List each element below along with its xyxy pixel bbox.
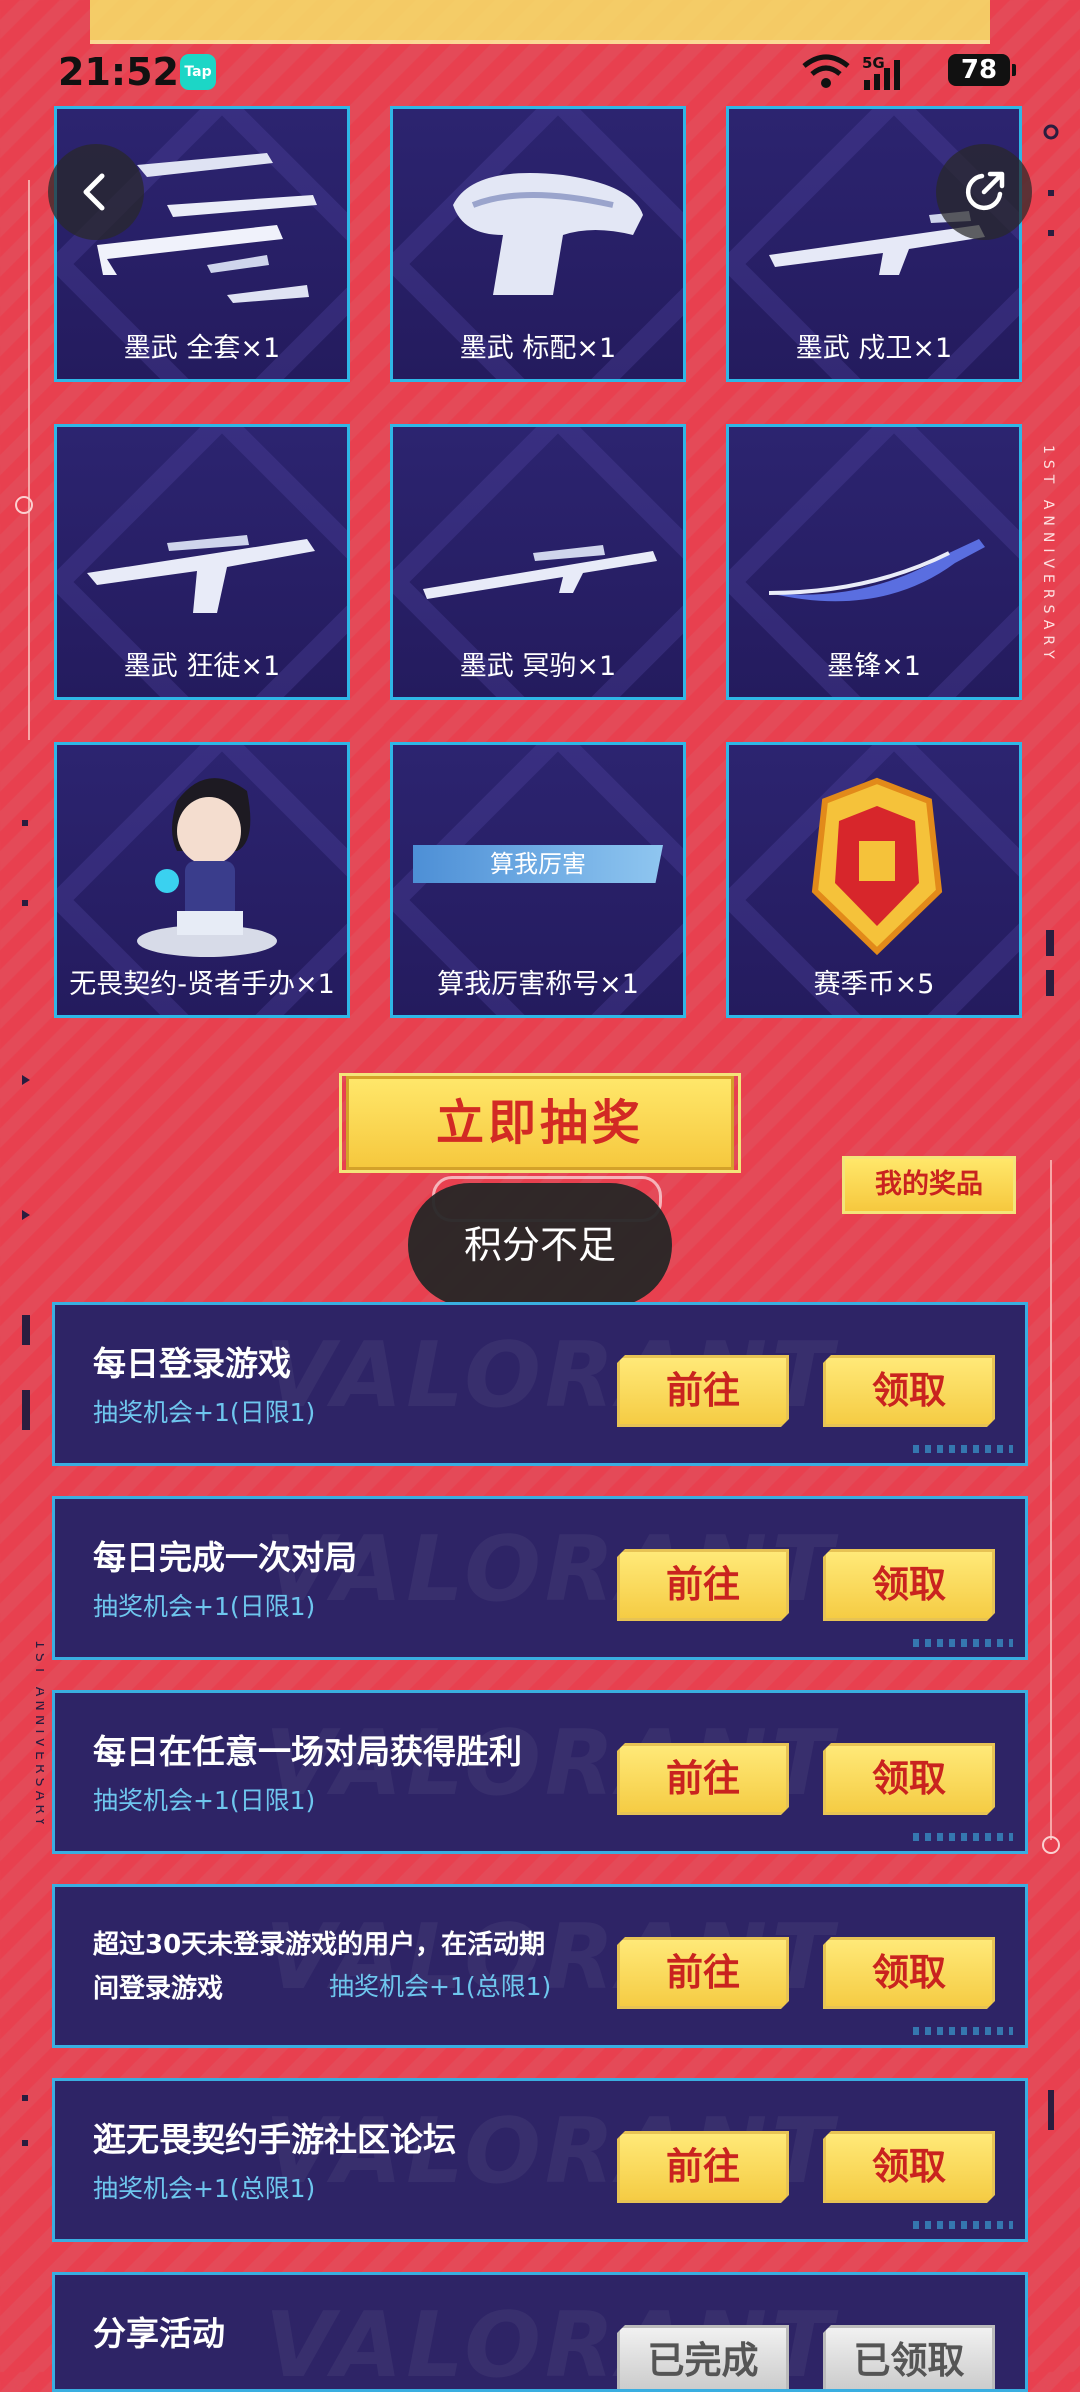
prize-card[interactable]: 墨武 冥驹×1: [390, 424, 686, 700]
draw-now-button[interactable]: 立即抽奖: [339, 1073, 741, 1173]
share-button[interactable]: [936, 144, 1032, 240]
right-anniversary-text: 1ST ANNIVERSARY: [1040, 445, 1056, 665]
task-title: 每日在任意一场对局获得胜利: [93, 1732, 522, 1771]
task-card: VALORANT 逛无畏契约手游社区论坛 抽奖机会+1(总限1) 前往 领取: [52, 2078, 1028, 2242]
prize-card[interactable]: 墨武 狂徒×1: [54, 424, 350, 700]
task-card: VALORANT 超过30天未登录游戏的用户，在活动期间登录游戏 抽奖机会+1(…: [52, 1884, 1028, 2048]
task-reward: 抽奖机会+1(总限1): [93, 2174, 316, 2203]
prize-label: 墨武 狂徒×1: [123, 651, 281, 682]
prize-card[interactable]: 墨武 标配×1: [390, 106, 686, 382]
task-reward: 抽奖机会+1(日限1): [93, 1398, 316, 1427]
toast-message: 积分不足: [408, 1183, 672, 1307]
go-button[interactable]: 前往: [617, 2131, 789, 2203]
claim-button[interactable]: 领取: [823, 1743, 995, 1815]
completed-button: 已完成: [617, 2325, 789, 2392]
claim-button[interactable]: 领取: [823, 1937, 995, 2009]
prize-label: 赛季币×5: [813, 969, 935, 1000]
right-side-decoration: 1ST ANNIVERSARY: [1040, 124, 1060, 2130]
claimed-button: 已领取: [823, 2325, 995, 2392]
title-badge: 算我厉害: [413, 845, 663, 883]
task-reward: 抽奖机会+1(日限1): [93, 1786, 316, 1815]
left-side-decoration: 1ST ANNIVERSARY: [15, 180, 44, 2146]
prize-label: 墨武 全套×1: [123, 333, 281, 364]
prize-label: 墨武 冥驹×1: [459, 651, 617, 682]
task-card: VALORANT 每日在任意一场对局获得胜利 抽奖机会+1(日限1) 前往 领取: [52, 1690, 1028, 1854]
my-prizes-button[interactable]: 我的奖品: [842, 1156, 1016, 1214]
task-title: 逛无畏契约手游社区论坛: [93, 2120, 456, 2159]
battery-indicator: 78: [948, 54, 1016, 86]
go-button[interactable]: 前往: [617, 1549, 789, 1621]
tap-app-icon: Tap: [180, 54, 216, 90]
rifle-image: [87, 535, 315, 613]
task-card: VALORANT 分享活动 已完成 已领取: [52, 2272, 1028, 2392]
prize-card[interactable]: 算我厉害 算我厉害称号×1: [390, 742, 686, 1018]
status-bar: 21:52 Tap 5G 78: [0, 40, 1080, 104]
go-button[interactable]: 前往: [617, 1743, 789, 1815]
signal-wifi-icon: 5G: [802, 54, 900, 90]
task-title: 分享活动: [93, 2314, 225, 2353]
sniper-rifle-image: [423, 545, 657, 599]
figure-image: [137, 778, 277, 957]
network-type: 5G: [862, 54, 885, 72]
prize-card[interactable]: 赛季币×5: [726, 742, 1022, 1018]
prize-card[interactable]: 墨锋×1: [726, 424, 1022, 700]
task-reward: 抽奖机会+1(总限1): [329, 1972, 552, 2001]
task-reward: 抽奖机会+1(日限1): [93, 1592, 316, 1621]
season-coin-icon: [811, 777, 943, 956]
back-arrow-icon: [83, 173, 105, 211]
prize-label: 墨武 标配×1: [459, 333, 617, 364]
task-card: VALORANT 每日完成一次对局 抽奖机会+1(日限1) 前往 领取: [52, 1496, 1028, 1660]
prize-label: 算我厉害称号×1: [437, 969, 639, 1000]
status-time: 21:52: [58, 50, 179, 94]
pistol-image: [453, 173, 643, 295]
claim-button[interactable]: 领取: [823, 1355, 995, 1427]
prize-label: 无畏契约-贤者手办×1: [69, 969, 335, 1000]
back-button[interactable]: [48, 144, 144, 240]
prize-label: 墨武 戍卫×1: [795, 333, 953, 364]
go-button[interactable]: 前往: [617, 1355, 789, 1427]
task-title: 每日登录游戏: [93, 1344, 291, 1383]
task-title: 每日完成一次对局: [93, 1538, 357, 1577]
claim-button[interactable]: 领取: [823, 1549, 995, 1621]
prize-label: 墨锋×1: [827, 651, 921, 682]
prize-card[interactable]: 无畏契约-贤者手办×1: [54, 742, 350, 1018]
go-button[interactable]: 前往: [617, 1937, 789, 2009]
claim-button[interactable]: 领取: [823, 2131, 995, 2203]
blade-image: [768, 539, 985, 602]
left-anniversary-text: 1ST ANNIVERSARY: [32, 1640, 44, 1830]
share-icon: [965, 171, 1005, 211]
task-card: VALORANT 每日登录游戏 抽奖机会+1(日限1) 前往 领取: [52, 1302, 1028, 1466]
